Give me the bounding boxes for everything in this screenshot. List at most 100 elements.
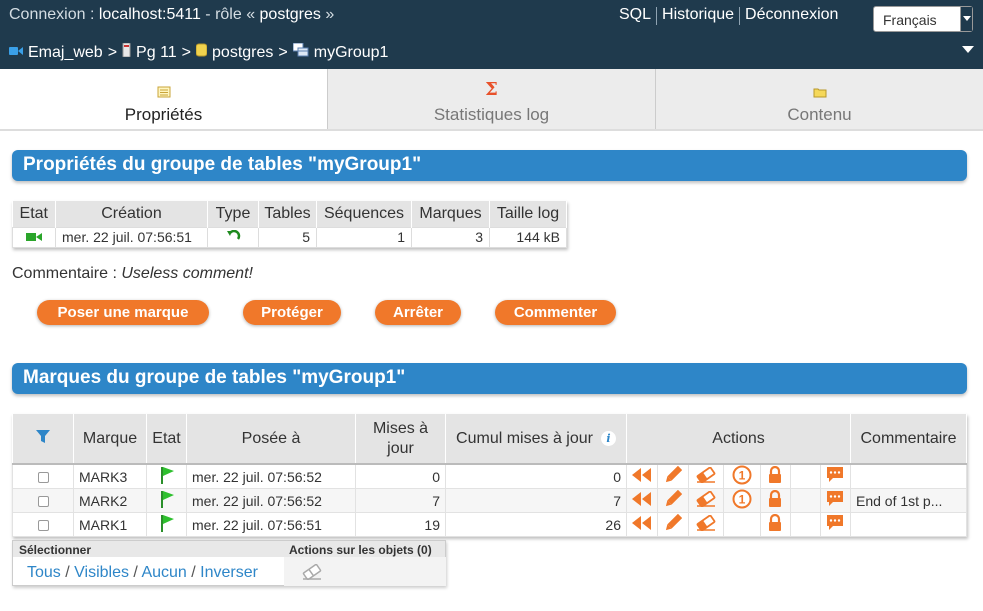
first-mark-action[interactable]: 1 — [723, 465, 761, 488]
selection-header: Sélectionner Actions sur les objets (0) — [13, 541, 445, 557]
col-tables: Tables — [258, 201, 317, 227]
link-separator: / — [60, 564, 75, 581]
mark-state-cell — [146, 512, 187, 537]
breadcrumb-separator: > — [181, 43, 192, 61]
breadcrumb-server[interactable]: Pg 11 — [136, 44, 177, 62]
objects-actions-title: Actions sur les objets (0) — [289, 543, 432, 557]
rollback-action[interactable] — [627, 513, 658, 536]
selection-title: Sélectionner — [19, 543, 92, 557]
delete-action[interactable] — [688, 513, 724, 536]
filter-icon[interactable] — [35, 429, 51, 448]
table-row: MARK3 mer. 22 juil. 07:56:52 0 0 1 — [12, 463, 967, 489]
comment-cell — [850, 463, 967, 489]
breadcrumb-group[interactable]: myGroup1 — [314, 44, 389, 62]
col-type: Type — [207, 201, 259, 227]
separator — [739, 7, 741, 25]
stop-button[interactable]: Arrêter — [375, 300, 461, 325]
breadcrumb-emaj-web[interactable]: Emaj_web — [28, 44, 103, 62]
info-icon[interactable]: i — [600, 430, 616, 446]
col-marks: Marques — [411, 201, 490, 227]
actions-row — [627, 513, 850, 536]
actions-grid: 1 — [627, 465, 850, 488]
first-mark-action[interactable]: 1 — [723, 489, 761, 512]
log-size-cell: 144 kB — [489, 226, 567, 248]
first-mark-icon: 1 — [732, 489, 752, 512]
protect-action[interactable] — [760, 513, 791, 536]
properties-section-header: Propriétés du groupe de tables "myGroup1… — [12, 150, 967, 181]
col-set-at: Posée à — [186, 414, 356, 465]
mark-state-cell — [146, 488, 187, 513]
active-flag-icon — [159, 515, 175, 535]
svg-text:1: 1 — [738, 469, 745, 483]
breadcrumb-separator: > — [278, 43, 288, 61]
eraser-icon[interactable] — [301, 563, 323, 583]
group-comment: Commentaire : Useless comment! — [12, 265, 253, 283]
rollback-action[interactable] — [627, 465, 658, 488]
state-cell — [12, 226, 56, 248]
language-select[interactable]: Français — [873, 6, 973, 32]
delete-action[interactable] — [688, 465, 724, 488]
actions-grid: 1 — [627, 489, 850, 512]
col-actions: Actions — [626, 414, 851, 465]
tab-log-statistics[interactable]: Σ Statistiques log — [328, 69, 656, 129]
protect-action[interactable] — [760, 465, 791, 488]
rollback-icon — [631, 468, 653, 485]
empty-action — [790, 465, 821, 488]
protect-action[interactable] — [760, 489, 791, 512]
table-row: MARK2 mer. 22 juil. 07:56:52 7 7 1 End of 1st… — [12, 488, 967, 513]
folder-icon — [813, 83, 827, 103]
sql-link[interactable]: SQL — [619, 6, 651, 25]
invert-selection-link[interactable]: Inverser — [200, 564, 258, 581]
comment-action[interactable] — [820, 513, 850, 536]
comment-label: Commentaire : — [12, 265, 122, 282]
col-comment: Commentaire — [850, 414, 967, 465]
rename-action[interactable] — [657, 489, 689, 512]
rename-action[interactable] — [657, 513, 689, 536]
comment-cell — [850, 512, 967, 537]
protect-button[interactable]: Protéger — [243, 300, 341, 325]
pencil-icon — [664, 513, 682, 535]
logout-link[interactable]: Déconnexion — [745, 6, 838, 25]
tab-properties[interactable]: Propriétés — [0, 69, 328, 129]
eraser-icon — [695, 466, 717, 486]
objects-actions-area — [284, 557, 446, 586]
rollback-action[interactable] — [627, 489, 658, 512]
svg-text:1: 1 — [738, 493, 745, 507]
rename-action[interactable] — [657, 465, 689, 488]
comment-action[interactable] — [820, 465, 850, 488]
comment-icon — [825, 491, 845, 511]
link-separator: / — [186, 564, 201, 581]
mark-name-cell: MARK3 — [73, 463, 147, 489]
comment-button[interactable]: Commenter — [495, 300, 616, 325]
col-updates-line2: jour — [387, 439, 414, 457]
marks-cell: 3 — [411, 226, 490, 248]
history-link[interactable]: Historique — [662, 6, 734, 25]
connection-info: Connexion : localhost:5411 - rôle « post… — [9, 6, 334, 24]
properties-icon — [157, 83, 171, 103]
set-mark-button[interactable]: Poser une marque — [37, 300, 209, 325]
rollback-icon — [631, 516, 653, 533]
col-mark: Marque — [73, 414, 147, 465]
breadcrumb-database[interactable]: postgres — [212, 44, 273, 62]
creation-cell: mer. 22 juil. 07:56:51 — [55, 226, 208, 248]
collapse-toggle-icon[interactable] — [962, 46, 974, 53]
comment-action[interactable] — [820, 489, 850, 512]
table-header-row: Etat Création Type Tables Séquences Marq… — [12, 201, 567, 227]
selection-box: Sélectionner Actions sur les objets (0) … — [12, 540, 446, 586]
active-flag-icon — [159, 467, 175, 487]
lock-icon — [767, 489, 783, 511]
table-header-row: Marque Etat Posée à Mises à jour Cumul mi… — [12, 414, 967, 465]
select-all-link[interactable]: Tous — [27, 564, 61, 581]
delete-action[interactable] — [688, 489, 724, 512]
tab-content[interactable]: Contenu — [656, 69, 983, 129]
role-end: » — [320, 6, 335, 23]
col-state: Etat — [12, 201, 56, 227]
select-visible-link[interactable]: Visibles — [74, 564, 129, 581]
select-none-link[interactable]: Aucun — [141, 564, 186, 581]
row-checkbox[interactable] — [37, 520, 49, 532]
row-checkbox[interactable] — [37, 472, 49, 484]
cumul-cell: 0 — [445, 463, 627, 489]
row-checkbox[interactable] — [37, 496, 49, 508]
pencil-icon — [664, 465, 682, 487]
lock-icon — [767, 513, 783, 535]
